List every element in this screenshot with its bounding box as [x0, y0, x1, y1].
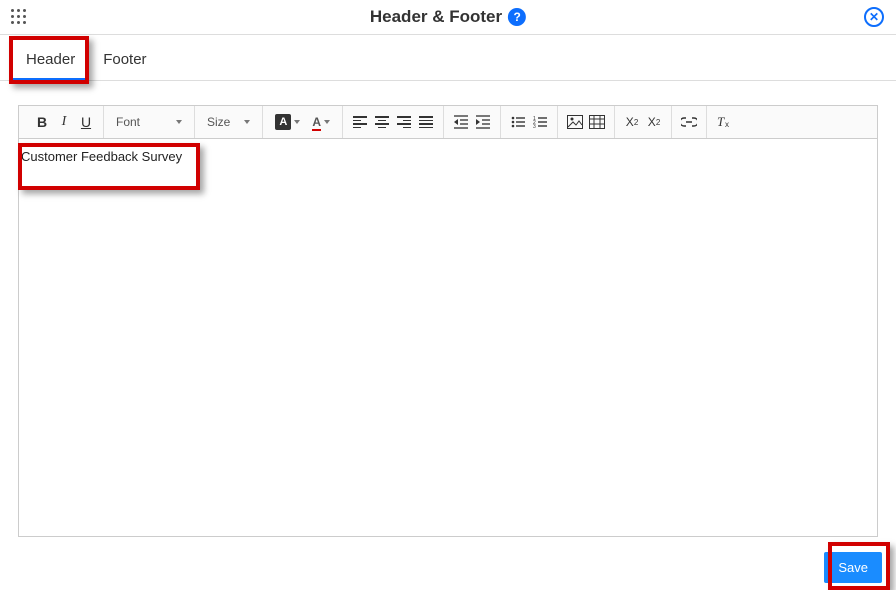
editor-container: B I U Font Size A A [18, 105, 878, 537]
svg-text:3: 3 [533, 124, 536, 129]
remove-format-button[interactable]: Tx [713, 111, 735, 133]
align-center-button[interactable] [371, 111, 393, 133]
indent-decrease-button[interactable] [450, 111, 472, 133]
bgcolor-dropdown[interactable]: A [269, 114, 306, 130]
font-label: Font [116, 115, 140, 129]
top-bar: Header & Footer ? ✕ [0, 0, 896, 35]
editor-toolbar: B I U Font Size A A [19, 106, 877, 139]
drag-handle-icon[interactable] [8, 6, 30, 28]
textcolor-dropdown[interactable]: A [306, 115, 336, 129]
bullet-list-button[interactable] [507, 111, 529, 133]
bold-button[interactable]: B [31, 111, 53, 133]
align-justify-button[interactable] [415, 111, 437, 133]
size-label: Size [207, 115, 230, 129]
help-icon[interactable]: ? [508, 8, 526, 26]
align-right-button[interactable] [393, 111, 415, 133]
tab-header[interactable]: Header [12, 41, 89, 80]
font-dropdown[interactable]: Font [110, 115, 188, 129]
italic-button[interactable]: I [53, 111, 75, 133]
editor-content: Customer Feedback Survey [19, 149, 877, 164]
svg-text:x: x [725, 120, 729, 129]
table-button[interactable] [586, 111, 608, 133]
align-left-button[interactable] [349, 111, 371, 133]
tabs-bar: Header Footer [0, 35, 896, 81]
save-button[interactable]: Save [824, 552, 882, 583]
textcolor-icon: A [312, 115, 321, 129]
svg-text:T: T [717, 115, 725, 129]
tab-footer[interactable]: Footer [89, 41, 160, 80]
dialog-title: Header & Footer ? [370, 7, 526, 27]
underline-button[interactable]: U [75, 111, 97, 133]
indent-increase-button[interactable] [472, 111, 494, 133]
size-dropdown[interactable]: Size [201, 115, 256, 129]
title-text: Header & Footer [370, 7, 502, 27]
link-button[interactable] [678, 111, 700, 133]
bgcolor-icon: A [275, 114, 291, 130]
numbered-list-button[interactable]: 123 [529, 111, 551, 133]
close-button[interactable]: ✕ [864, 7, 884, 27]
image-button[interactable] [564, 111, 586, 133]
subscript-button[interactable]: X2 [621, 111, 643, 133]
editor-body[interactable]: Customer Feedback Survey [19, 139, 877, 536]
superscript-button[interactable]: X2 [643, 111, 665, 133]
